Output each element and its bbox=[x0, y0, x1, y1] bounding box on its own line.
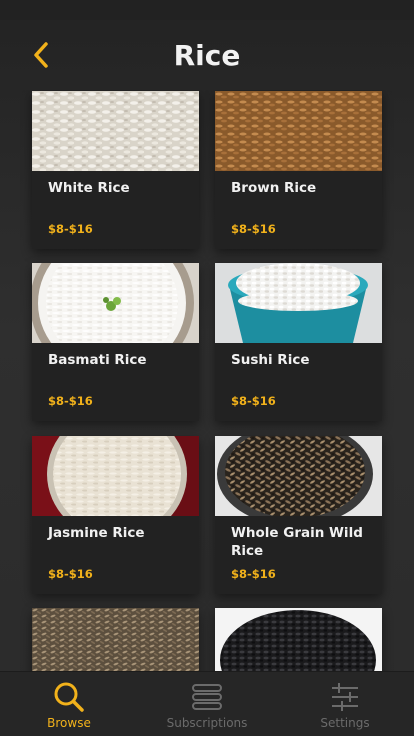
grain-image bbox=[32, 608, 199, 672]
basmati-rice-image bbox=[32, 263, 199, 343]
header: Rice bbox=[0, 20, 414, 90]
product-card-jasmine-rice[interactable]: Jasmine Rice $8-$16 bbox=[32, 436, 199, 594]
product-card-basmati-rice[interactable]: Basmati Rice $8-$16 bbox=[32, 263, 199, 421]
product-card-white-rice[interactable]: White Rice $8-$16 bbox=[32, 91, 199, 249]
wild-rice-image bbox=[215, 436, 382, 516]
product-name: Whole Grain Wild Rice bbox=[231, 525, 363, 559]
tab-label: Browse bbox=[47, 716, 91, 730]
tab-label: Subscriptions bbox=[166, 716, 248, 730]
product-card-black-rice-partial[interactable] bbox=[215, 608, 382, 672]
product-price: $8-$16 bbox=[48, 567, 93, 581]
product-card-brown-rice[interactable]: Brown Rice $8-$16 bbox=[215, 91, 382, 249]
sushi-rice-image bbox=[215, 263, 382, 343]
product-card-grain-partial[interactable] bbox=[32, 608, 199, 672]
search-icon bbox=[52, 680, 86, 714]
status-bar bbox=[0, 0, 414, 20]
tab-browse[interactable]: Browse bbox=[0, 672, 138, 736]
product-name: Basmati Rice bbox=[48, 352, 147, 368]
sliders-icon bbox=[328, 680, 362, 714]
black-rice-image bbox=[215, 608, 382, 672]
tab-label: Settings bbox=[320, 716, 370, 730]
product-name: Brown Rice bbox=[231, 180, 317, 196]
page-title: Rice bbox=[173, 39, 241, 72]
brown-rice-image bbox=[215, 91, 382, 171]
white-rice-image bbox=[32, 91, 199, 171]
product-name: Sushi Rice bbox=[231, 352, 310, 368]
product-price: $8-$16 bbox=[48, 222, 93, 236]
product-grid[interactable]: White Rice $8-$16 Brown Rice $8-$16 Basm… bbox=[0, 90, 414, 672]
jasmine-rice-image bbox=[32, 436, 199, 516]
stack-icon bbox=[190, 680, 224, 714]
tab-subscriptions[interactable]: Subscriptions bbox=[138, 672, 276, 736]
tab-bar: Browse Subscriptions Settings bbox=[0, 671, 414, 736]
product-name: White Rice bbox=[48, 180, 130, 196]
product-card-sushi-rice[interactable]: Sushi Rice $8-$16 bbox=[215, 263, 382, 421]
product-price: $8-$16 bbox=[231, 567, 276, 581]
product-price: $8-$16 bbox=[48, 394, 93, 408]
tab-settings[interactable]: Settings bbox=[276, 672, 414, 736]
product-price: $8-$16 bbox=[231, 394, 276, 408]
product-price: $8-$16 bbox=[231, 222, 276, 236]
product-card-wild-rice[interactable]: Whole Grain Wild Rice $8-$16 bbox=[215, 436, 382, 594]
product-name: Jasmine Rice bbox=[48, 525, 145, 541]
rice-browse-screen: Rice White Rice $8-$16 Brown Rice $8-$16… bbox=[0, 0, 414, 736]
